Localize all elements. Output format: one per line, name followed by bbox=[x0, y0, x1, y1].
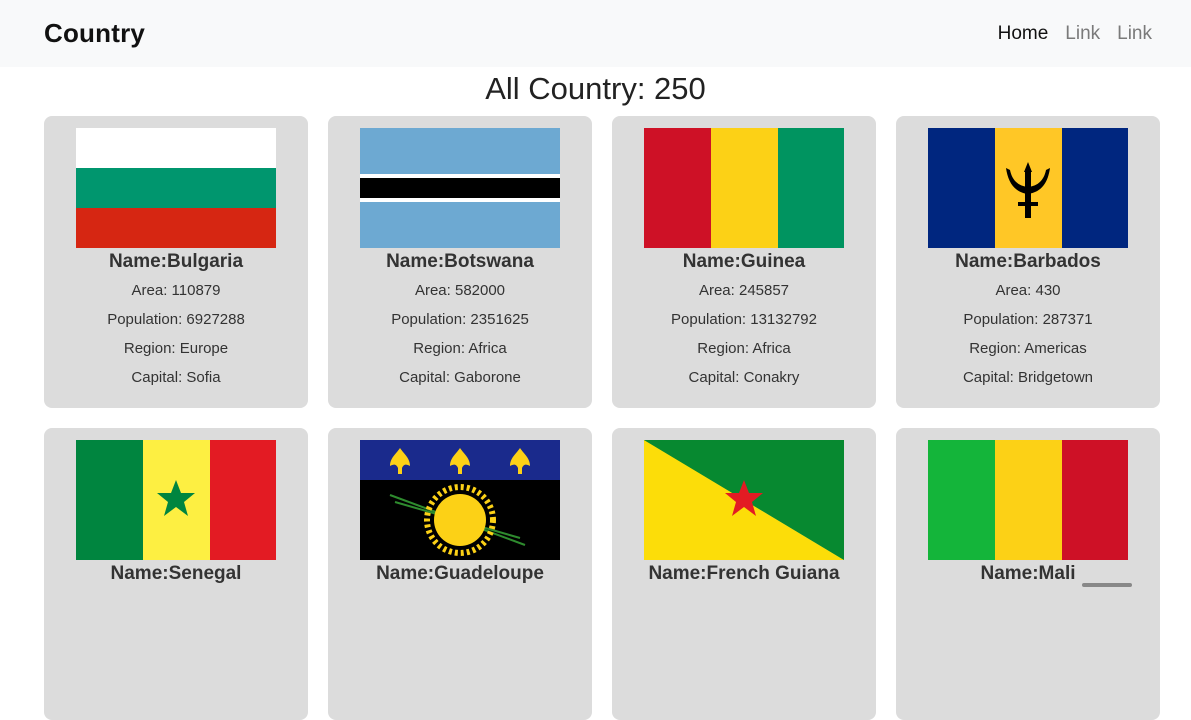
nav-links: Home Link Link bbox=[998, 23, 1152, 45]
country-area: Area: 582000 bbox=[414, 282, 506, 299]
country-area: Area: 110879 bbox=[131, 282, 221, 299]
country-card[interactable]: Name:Barbados Area: 430 Population: 2873… bbox=[896, 116, 1160, 408]
page-title: All Country: 250 bbox=[485, 71, 706, 106]
scrollbar-thumb[interactable] bbox=[1082, 583, 1132, 587]
french-guiana-flag-icon bbox=[644, 440, 844, 560]
country-region: Region: Europe bbox=[123, 340, 229, 357]
brand-link[interactable]: Country bbox=[44, 18, 145, 49]
country-population: Population: 2351625 bbox=[391, 311, 529, 328]
country-region: Region: Africa bbox=[697, 340, 791, 357]
nav-link-2[interactable]: Link bbox=[1117, 23, 1152, 45]
country-name: Name:Botswana bbox=[386, 251, 534, 272]
country-card[interactable]: Name:Bulgaria Area: 110879 Population: 6… bbox=[44, 116, 308, 408]
senegal-flag-icon bbox=[76, 440, 276, 560]
mali-flag-icon bbox=[928, 440, 1128, 560]
country-card[interactable]: Name:Mali bbox=[896, 428, 1160, 720]
barbados-flag-icon bbox=[928, 128, 1128, 248]
nav-link-1[interactable]: Link bbox=[1065, 23, 1100, 45]
country-area: Area: 245857 bbox=[698, 282, 790, 299]
country-capital: Capital: Gaborone bbox=[399, 369, 521, 386]
country-name: Name:Mali bbox=[980, 563, 1076, 584]
guinea-flag-icon bbox=[644, 128, 844, 248]
country-region: Region: Americas bbox=[969, 340, 1087, 357]
country-card[interactable]: Name:Guinea Area: 245857 Population: 131… bbox=[612, 116, 876, 408]
country-capital: Capital: Bridgetown bbox=[962, 369, 1094, 386]
country-name: Name:Barbados bbox=[955, 251, 1101, 272]
country-name: Name:Senegal bbox=[110, 563, 242, 584]
country-capital: Capital: Sofia bbox=[131, 369, 221, 386]
country-name: Name:Bulgaria bbox=[108, 251, 244, 272]
navbar: Country Home Link Link bbox=[0, 0, 1191, 67]
country-card[interactable]: Name:Guadeloupe bbox=[328, 428, 592, 720]
bulgaria-flag-icon bbox=[76, 128, 276, 248]
country-card[interactable]: Name:French Guiana bbox=[612, 428, 876, 720]
country-card[interactable]: Name:Senegal bbox=[44, 428, 308, 720]
country-card[interactable]: Name:Botswana Area: 582000 Population: 2… bbox=[328, 116, 592, 408]
nav-link-home[interactable]: Home bbox=[998, 23, 1049, 45]
country-region: Region: Africa bbox=[413, 340, 507, 357]
country-area: Area: 430 bbox=[995, 282, 1061, 299]
country-name: Name:Guadeloupe bbox=[376, 563, 544, 584]
botswana-flag-icon bbox=[360, 128, 560, 248]
country-name: Name:Guinea bbox=[682, 251, 806, 272]
guadeloupe-flag-icon bbox=[360, 440, 560, 560]
country-name: Name:French Guiana bbox=[648, 563, 840, 584]
country-population: Population: 13132792 bbox=[671, 311, 817, 328]
country-population: Population: 6927288 bbox=[107, 311, 245, 328]
country-capital: Capital: Conakry bbox=[688, 369, 800, 386]
country-grid: Name:Bulgaria Area: 110879 Population: 6… bbox=[0, 116, 1191, 720]
country-population: Population: 287371 bbox=[963, 311, 1093, 328]
